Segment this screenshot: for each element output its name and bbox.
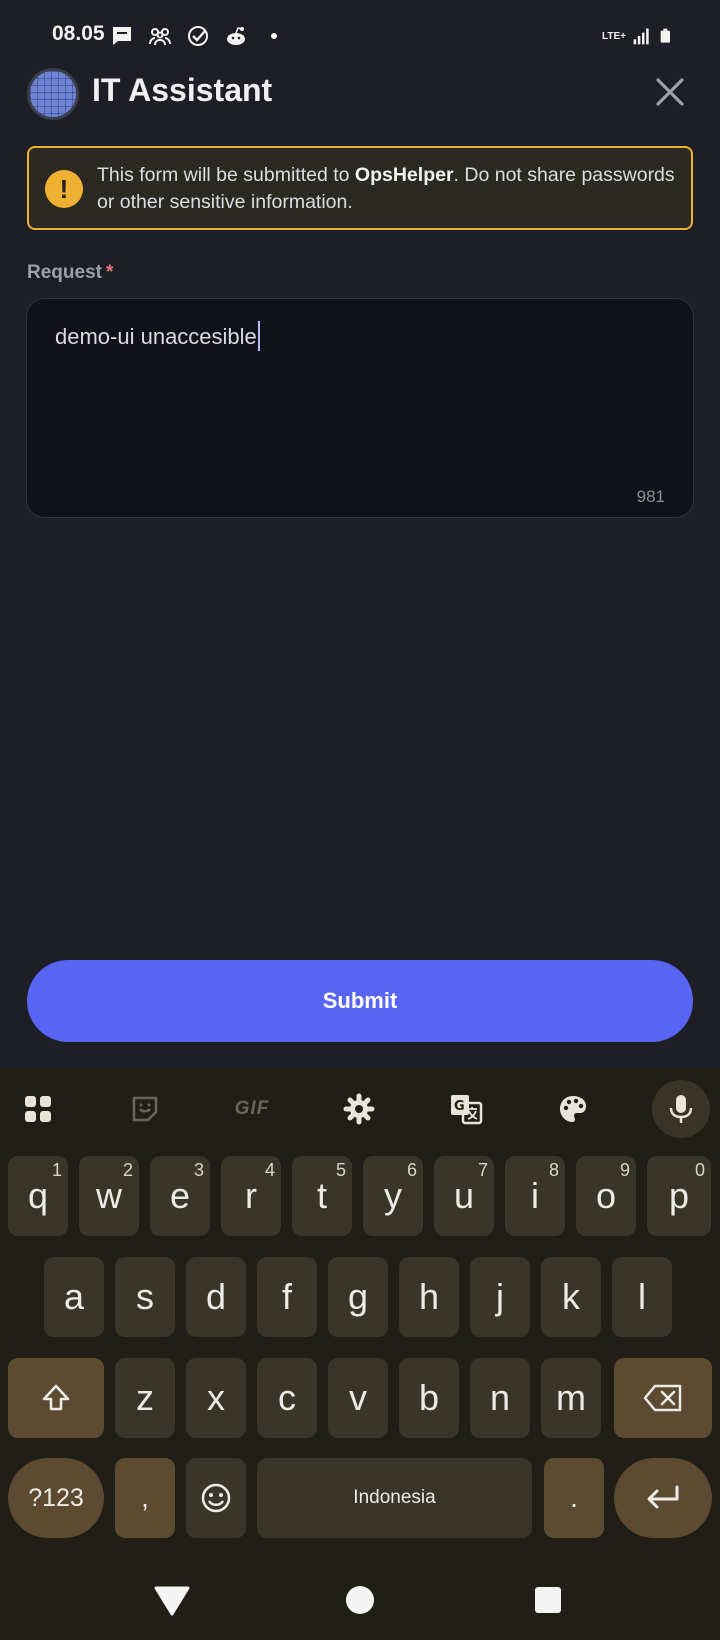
svg-text:G: G bbox=[454, 1099, 465, 1114]
key-v[interactable]: v bbox=[328, 1358, 388, 1438]
close-icon[interactable] bbox=[648, 70, 692, 114]
key-q[interactable]: q1 bbox=[8, 1156, 68, 1236]
key-o[interactable]: o9 bbox=[576, 1156, 636, 1236]
theme-palette-icon[interactable] bbox=[546, 1082, 600, 1136]
translate-icon[interactable]: G bbox=[439, 1082, 493, 1136]
backspace-icon bbox=[643, 1384, 682, 1412]
shift-icon bbox=[42, 1384, 70, 1411]
status-time: 08.05 bbox=[52, 22, 105, 45]
key-x[interactable]: x bbox=[186, 1358, 246, 1438]
key-s[interactable]: s bbox=[115, 1257, 175, 1337]
emoji-icon bbox=[201, 1483, 231, 1513]
key-y[interactable]: y6 bbox=[363, 1156, 423, 1236]
warning-text: This form will be submitted to OpsHelper… bbox=[97, 164, 675, 213]
keyboard-toolbar: GIF G bbox=[0, 1068, 720, 1148]
back-triangle-icon[interactable] bbox=[150, 1580, 194, 1620]
key-z[interactable]: z bbox=[115, 1358, 175, 1438]
page-title: IT Assistant bbox=[92, 72, 273, 108]
request-label: Request * bbox=[27, 262, 114, 283]
key-e[interactable]: e3 bbox=[150, 1156, 210, 1236]
enter-key[interactable] bbox=[614, 1458, 712, 1538]
char-counter: 981 bbox=[636, 487, 665, 506]
group-notification-icon bbox=[149, 28, 171, 46]
backspace-key[interactable] bbox=[614, 1358, 712, 1438]
network-type: LTE+ bbox=[602, 30, 626, 42]
signal-icon bbox=[633, 28, 649, 45]
key-a[interactable]: a bbox=[44, 1257, 104, 1337]
key-m[interactable]: m bbox=[541, 1358, 601, 1438]
gif-button[interactable]: GIF bbox=[225, 1082, 279, 1136]
comma-key[interactable]: , bbox=[115, 1458, 175, 1538]
key-l[interactable]: l bbox=[612, 1257, 672, 1337]
microphone-icon[interactable] bbox=[652, 1080, 710, 1138]
emoji-key[interactable] bbox=[186, 1458, 246, 1538]
bot-name: OpsHelper bbox=[354, 164, 454, 186]
battery-icon bbox=[660, 28, 670, 43]
key-b[interactable]: b bbox=[399, 1358, 459, 1438]
key-h[interactable]: h bbox=[399, 1257, 459, 1337]
key-g[interactable]: g bbox=[328, 1257, 388, 1337]
required-mark: * bbox=[105, 262, 114, 283]
request-value: demo-ui unaccesible bbox=[55, 321, 261, 351]
space-key[interactable]: Indonesia bbox=[257, 1458, 532, 1538]
key-t[interactable]: t5 bbox=[292, 1156, 352, 1236]
apps-grid-icon[interactable] bbox=[11, 1082, 65, 1136]
period-key[interactable]: . bbox=[544, 1458, 604, 1538]
check-circle-icon bbox=[188, 26, 208, 46]
submit-button[interactable]: Submit bbox=[27, 960, 693, 1042]
key-i[interactable]: i8 bbox=[505, 1156, 565, 1236]
status-bar: 08.05 LTE+ bbox=[0, 0, 720, 62]
more-notifications-dot-icon bbox=[271, 33, 277, 39]
sticker-icon[interactable] bbox=[118, 1082, 172, 1136]
settings-gear-icon[interactable] bbox=[332, 1082, 386, 1136]
request-textarea[interactable]: demo-ui unaccesible 981 bbox=[26, 298, 694, 518]
warning-banner: ! This form will be submitted to OpsHelp… bbox=[27, 146, 693, 230]
reddit-icon bbox=[227, 27, 245, 45]
key-u[interactable]: u7 bbox=[434, 1156, 494, 1236]
app-header: IT Assistant bbox=[0, 62, 720, 128]
key-w[interactable]: w2 bbox=[79, 1156, 139, 1236]
key-c[interactable]: c bbox=[257, 1358, 317, 1438]
home-circle-icon[interactable] bbox=[338, 1580, 382, 1620]
warning-icon: ! bbox=[45, 170, 83, 208]
key-k[interactable]: k bbox=[541, 1257, 601, 1337]
symbols-key[interactable]: ?123 bbox=[8, 1458, 104, 1538]
recents-square-icon[interactable] bbox=[526, 1580, 570, 1620]
key-r[interactable]: r4 bbox=[221, 1156, 281, 1236]
key-d[interactable]: d bbox=[186, 1257, 246, 1337]
navigation-bar bbox=[0, 1560, 720, 1640]
key-n[interactable]: n bbox=[470, 1358, 530, 1438]
screen: 08.05 LTE+ IT Assistant ! This form will… bbox=[0, 0, 720, 1640]
message-notification-icon bbox=[113, 27, 131, 45]
key-j[interactable]: j bbox=[470, 1257, 530, 1337]
text-caret bbox=[257, 321, 261, 351]
app-avatar bbox=[27, 68, 79, 120]
key-f[interactable]: f bbox=[257, 1257, 317, 1337]
shift-key[interactable] bbox=[8, 1358, 104, 1438]
enter-icon bbox=[647, 1485, 679, 1509]
key-p[interactable]: p0 bbox=[647, 1156, 711, 1236]
keyboard: GIF G q 1 w 2 e 3 r 4 t 5 y 6 u 7 i 8 o … bbox=[0, 1068, 720, 1640]
